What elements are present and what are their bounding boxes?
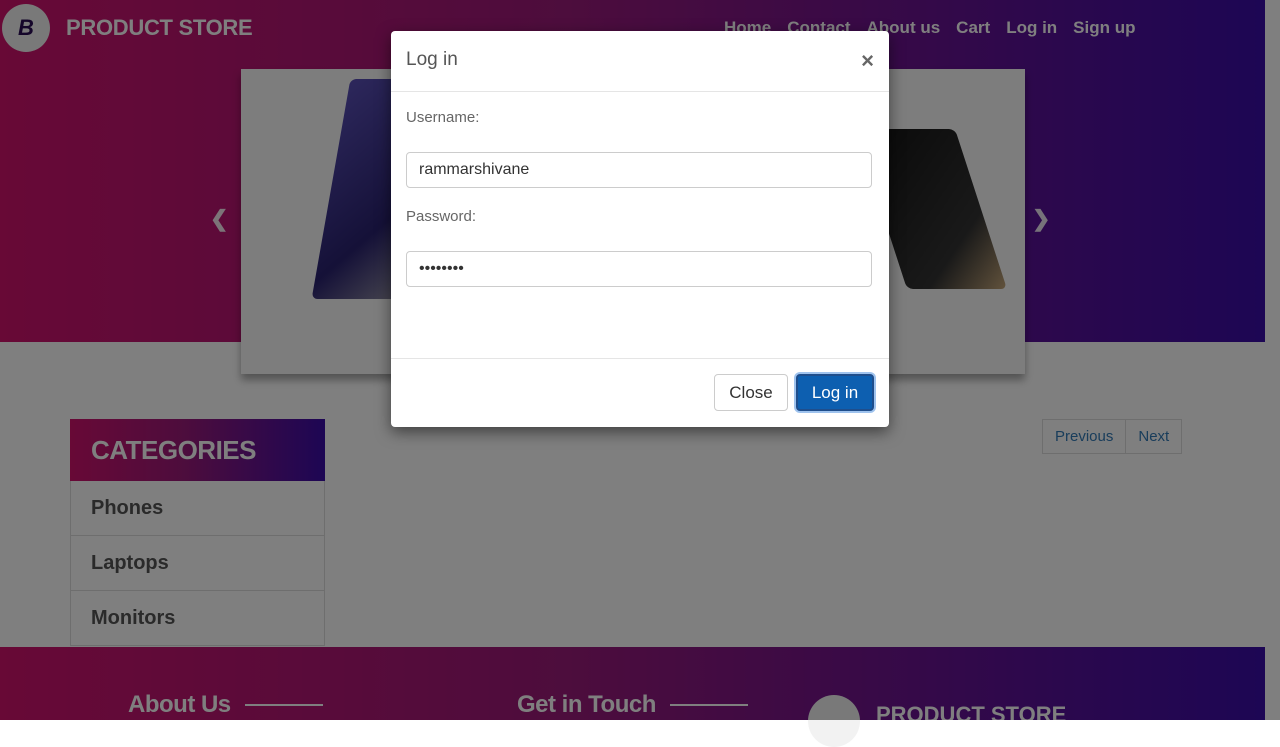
password-field[interactable]	[406, 251, 872, 287]
close-icon[interactable]: ×	[861, 48, 874, 74]
modal-header: Log in ×	[391, 31, 889, 92]
password-label: Password:	[406, 208, 477, 225]
log-in-button[interactable]: Log in	[796, 374, 874, 411]
modal-title: Log in	[406, 49, 458, 70]
close-button[interactable]: Close	[714, 374, 788, 411]
username-field[interactable]	[406, 152, 872, 188]
modal-footer	[391, 358, 889, 359]
username-label: Username:	[406, 109, 480, 126]
login-modal: Log in × Username: Password: Close Log i…	[391, 31, 889, 427]
